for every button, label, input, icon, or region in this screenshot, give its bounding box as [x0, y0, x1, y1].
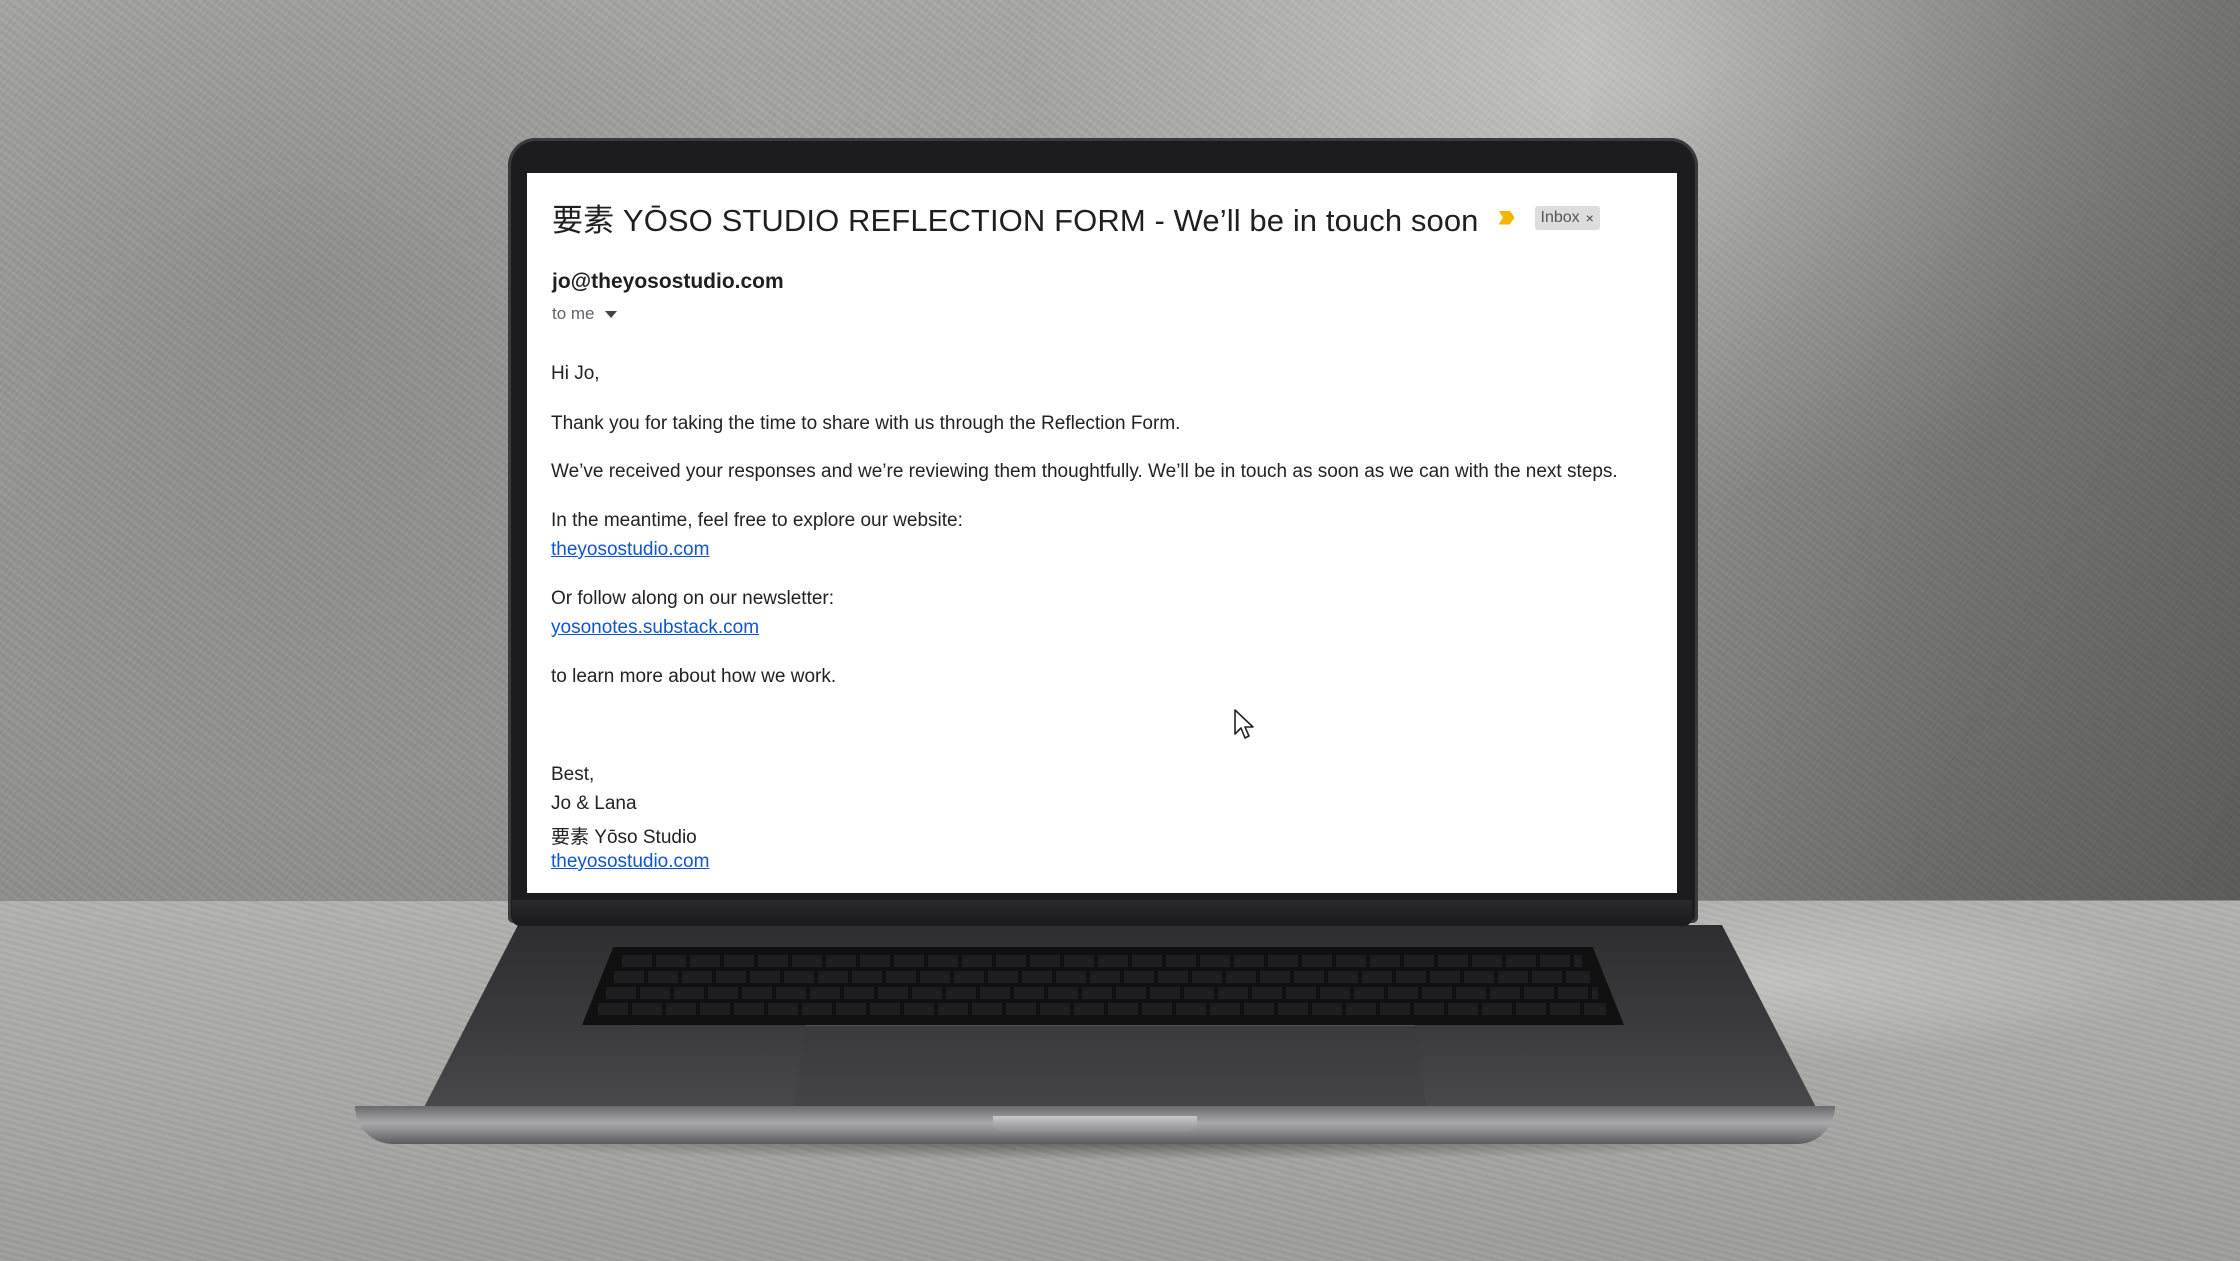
- trackpad: [793, 1025, 1427, 1108]
- key-row: [606, 987, 1598, 999]
- important-marker-icon[interactable]: [1498, 210, 1515, 225]
- key-row: [598, 1003, 1606, 1015]
- sender-address[interactable]: jo@theyosostudio.com: [552, 270, 784, 294]
- label-text: Inbox: [1540, 208, 1580, 226]
- body-paragraph: We’ve received your responses and we’re …: [551, 461, 1618, 482]
- chevron-down-icon[interactable]: [604, 310, 617, 318]
- body-paragraph: to learn more about how we work.: [551, 666, 837, 687]
- recipient-details[interactable]: to me: [552, 304, 617, 324]
- laptop-keyboard: [582, 947, 1624, 1025]
- body-paragraph: In the meantime, feel free to explore ou…: [551, 510, 963, 531]
- laptop-lid-notch: [993, 1116, 1197, 1132]
- recipient-text: to me: [552, 304, 595, 323]
- signature-names: Jo & Lana: [551, 793, 637, 814]
- signature-website-link[interactable]: theyosostudio.com: [551, 851, 709, 873]
- body-paragraph: Or follow along on our newsletter:: [551, 588, 835, 609]
- greeting: Hi Jo,: [551, 363, 600, 384]
- newsletter-link[interactable]: yosonotes.substack.com: [551, 617, 759, 639]
- signature-studio: 要素 Yōso Studio: [551, 827, 697, 848]
- inbox-label-chip[interactable]: Inbox ×: [1534, 205, 1600, 230]
- key-row: [614, 971, 1590, 983]
- website-link[interactable]: theyosostudio.com: [551, 539, 709, 561]
- email-subject: 要素 YŌSO STUDIO REFLECTION FORM - We’ll b…: [552, 203, 1479, 238]
- signoff: Best,: [551, 764, 595, 785]
- key-row: [622, 955, 1582, 967]
- body-paragraph: Thank you for taking the time to share w…: [551, 413, 1181, 434]
- remove-label-icon[interactable]: ×: [1586, 210, 1594, 226]
- email-view: 要素 YŌSO STUDIO REFLECTION FORM - We’ll b…: [527, 173, 1677, 893]
- laptop-hinge: [512, 900, 1692, 926]
- subject-row: 要素 YŌSO STUDIO REFLECTION FORM - We’ll b…: [552, 195, 1600, 240]
- mouse-pointer-icon: [1234, 709, 1254, 739]
